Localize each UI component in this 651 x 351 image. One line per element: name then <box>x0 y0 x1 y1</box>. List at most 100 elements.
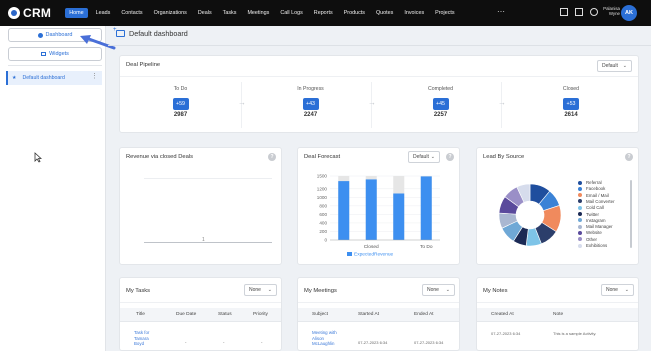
pipeline-stage[interactable]: In Progress +43 2247 <box>250 82 372 128</box>
kebab-menu-icon[interactable]: ⋮ <box>91 73 98 81</box>
more-menu-icon[interactable]: ⋯ <box>497 7 505 16</box>
legend-dot <box>578 186 582 191</box>
crm-app: CRM Home Leads Contacts Organizations Deals T… <box>0 0 651 351</box>
pipeline-stage[interactable]: Closed +53 2614 <box>510 82 632 128</box>
forecast-bar[interactable] <box>365 179 377 240</box>
legend-label: Referral <box>586 180 602 185</box>
nav-item-call-logs[interactable]: Call Logs <box>280 10 302 16</box>
y-tick-label: 400 <box>319 220 327 225</box>
lead-source-donut-chart <box>498 183 562 247</box>
y-tick-label: 1200 <box>317 186 328 191</box>
nav-item-tasks[interactable]: Tasks <box>223 10 237 16</box>
x-tick-label: To Do <box>420 244 433 250</box>
main-menu: Home Leads Contacts Organizations Deals Tasks… <box>65 8 465 18</box>
y-tick-label: 1500 <box>317 174 328 179</box>
sidebar-item-default-dashboard[interactable]: ★ Default dashboard ⋮ <box>6 71 102 85</box>
stage-badge[interactable]: +45 <box>432 98 449 110</box>
table-cell: 07-27-2023 6:34 <box>358 340 388 345</box>
nav-item-quotes[interactable]: Quotes <box>376 10 393 16</box>
legend-dot <box>578 218 582 223</box>
stage-badge[interactable]: +53 <box>563 98 579 110</box>
help-icon[interactable]: ? <box>268 153 276 161</box>
legend-item[interactable]: Referral <box>578 180 602 185</box>
legend-label: Cold Call <box>586 205 604 211</box>
tasks-dropdown[interactable]: None ⌄ <box>244 284 277 296</box>
legend-item[interactable]: Mail Converter <box>578 199 615 204</box>
stage-value: 2257 <box>433 112 448 118</box>
card-divider <box>298 302 459 303</box>
brand-name: CRM <box>23 6 52 20</box>
forecast-bar[interactable] <box>338 181 350 240</box>
arrow-right-icon: → <box>498 98 506 107</box>
table-cell: 07-27-2023 6:34 <box>491 331 521 336</box>
avatar[interactable]: AK <box>621 5 637 21</box>
stage-badge[interactable]: +43 <box>302 98 319 110</box>
table-cell: - <box>261 340 263 345</box>
chevron-down-icon: ⌄ <box>267 287 272 293</box>
nav-item-deals[interactable]: Deals <box>198 10 212 16</box>
stage-badge[interactable]: +59 <box>172 98 189 110</box>
nav-item-projects[interactable]: Projects <box>435 10 454 16</box>
nav-item-meetings[interactable]: Meetings <box>247 10 269 16</box>
pipeline-dropdown[interactable]: Default ⌄ <box>597 60 632 72</box>
help-icon[interactable]: ? <box>446 153 454 161</box>
table-cell: 07-27-2023 6:34 <box>414 340 444 345</box>
my-tasks-card: My Tasks None ⌄ Title Due Date Status Pr… <box>119 277 282 351</box>
arrow-right-icon: → <box>238 98 246 107</box>
legend-dot <box>578 193 582 198</box>
legend-label: Facebook <box>586 186 606 192</box>
nav-item-home[interactable]: Home <box>65 8 88 18</box>
x-tick-label: 1 <box>202 237 205 243</box>
nav-item-contacts[interactable]: Contacts <box>121 10 142 16</box>
dropdown-value: None <box>606 287 618 293</box>
arrow-right-icon: → <box>368 98 376 107</box>
legend-item[interactable]: Other <box>578 237 597 242</box>
legend-item[interactable]: Twitter <box>578 212 599 217</box>
chart-gridline <box>144 178 272 179</box>
column-header: Status <box>218 312 232 317</box>
table-cell: - <box>185 340 187 345</box>
card-divider <box>120 76 638 77</box>
legend-dot <box>578 199 582 204</box>
legend-scrollbar[interactable] <box>630 180 632 248</box>
settings-icon[interactable] <box>560 8 568 16</box>
dashboard-icon <box>37 32 43 38</box>
legend-item[interactable]: Exhibitions <box>578 243 607 248</box>
legend-label[interactable]: ExpectedRevenue <box>354 252 394 258</box>
forecast-bar[interactable] <box>393 193 405 240</box>
nav-item-reports[interactable]: Reports <box>314 10 333 16</box>
legend-label: Website <box>586 230 602 236</box>
crm-logo[interactable]: CRM <box>8 6 51 20</box>
notes-dropdown[interactable]: None ⌄ <box>601 284 634 296</box>
stage-name: In Progress <box>297 86 324 92</box>
legend-dot <box>578 180 582 185</box>
forecast-dropdown[interactable]: Default ⌄ <box>408 151 440 163</box>
stage-name: Completed <box>427 86 454 92</box>
legend-item[interactable]: Mail Manager <box>578 224 613 229</box>
nav-item-invoices[interactable]: Invoices <box>404 10 424 16</box>
meetings-dropdown[interactable]: None ⌄ <box>422 284 455 296</box>
star-icon[interactable]: ★ <box>12 75 16 81</box>
nav-item-organizations[interactable]: Organizations <box>154 10 187 16</box>
pipeline-stage[interactable]: Completed +45 2257 <box>380 82 502 128</box>
stage-name: Closed <box>562 86 580 92</box>
nav-item-leads[interactable]: Leads <box>96 10 111 16</box>
add-dashboard-icon[interactable] <box>113 27 125 37</box>
legend-item[interactable]: Instagram <box>578 218 606 223</box>
annotation-arrow-icon <box>80 35 116 50</box>
legend-item[interactable]: Website <box>578 230 602 235</box>
help-icon[interactable]: ? <box>625 153 633 161</box>
nav-item-products[interactable]: Products <box>344 10 365 16</box>
legend-item[interactable]: Cold Call <box>578 205 604 210</box>
column-header: Title <box>136 312 145 317</box>
legend-item[interactable]: Facebook <box>578 186 605 191</box>
meeting-subject-link[interactable]: Meeting with Alison McLaughlin <box>312 330 346 347</box>
sidebar-divider <box>8 65 102 66</box>
legend-item[interactable]: Email / Mail <box>578 193 609 198</box>
forecast-bar[interactable] <box>420 176 432 240</box>
task-title-link[interactable]: Task for Tamara Boyd <box>134 330 158 347</box>
chevron-down-icon: ⌄ <box>624 287 629 293</box>
calendar-icon[interactable] <box>575 8 583 16</box>
pipeline-stage[interactable]: To Do +59 2987 <box>120 82 242 128</box>
chevron-down-icon: ⌄ <box>430 154 435 160</box>
